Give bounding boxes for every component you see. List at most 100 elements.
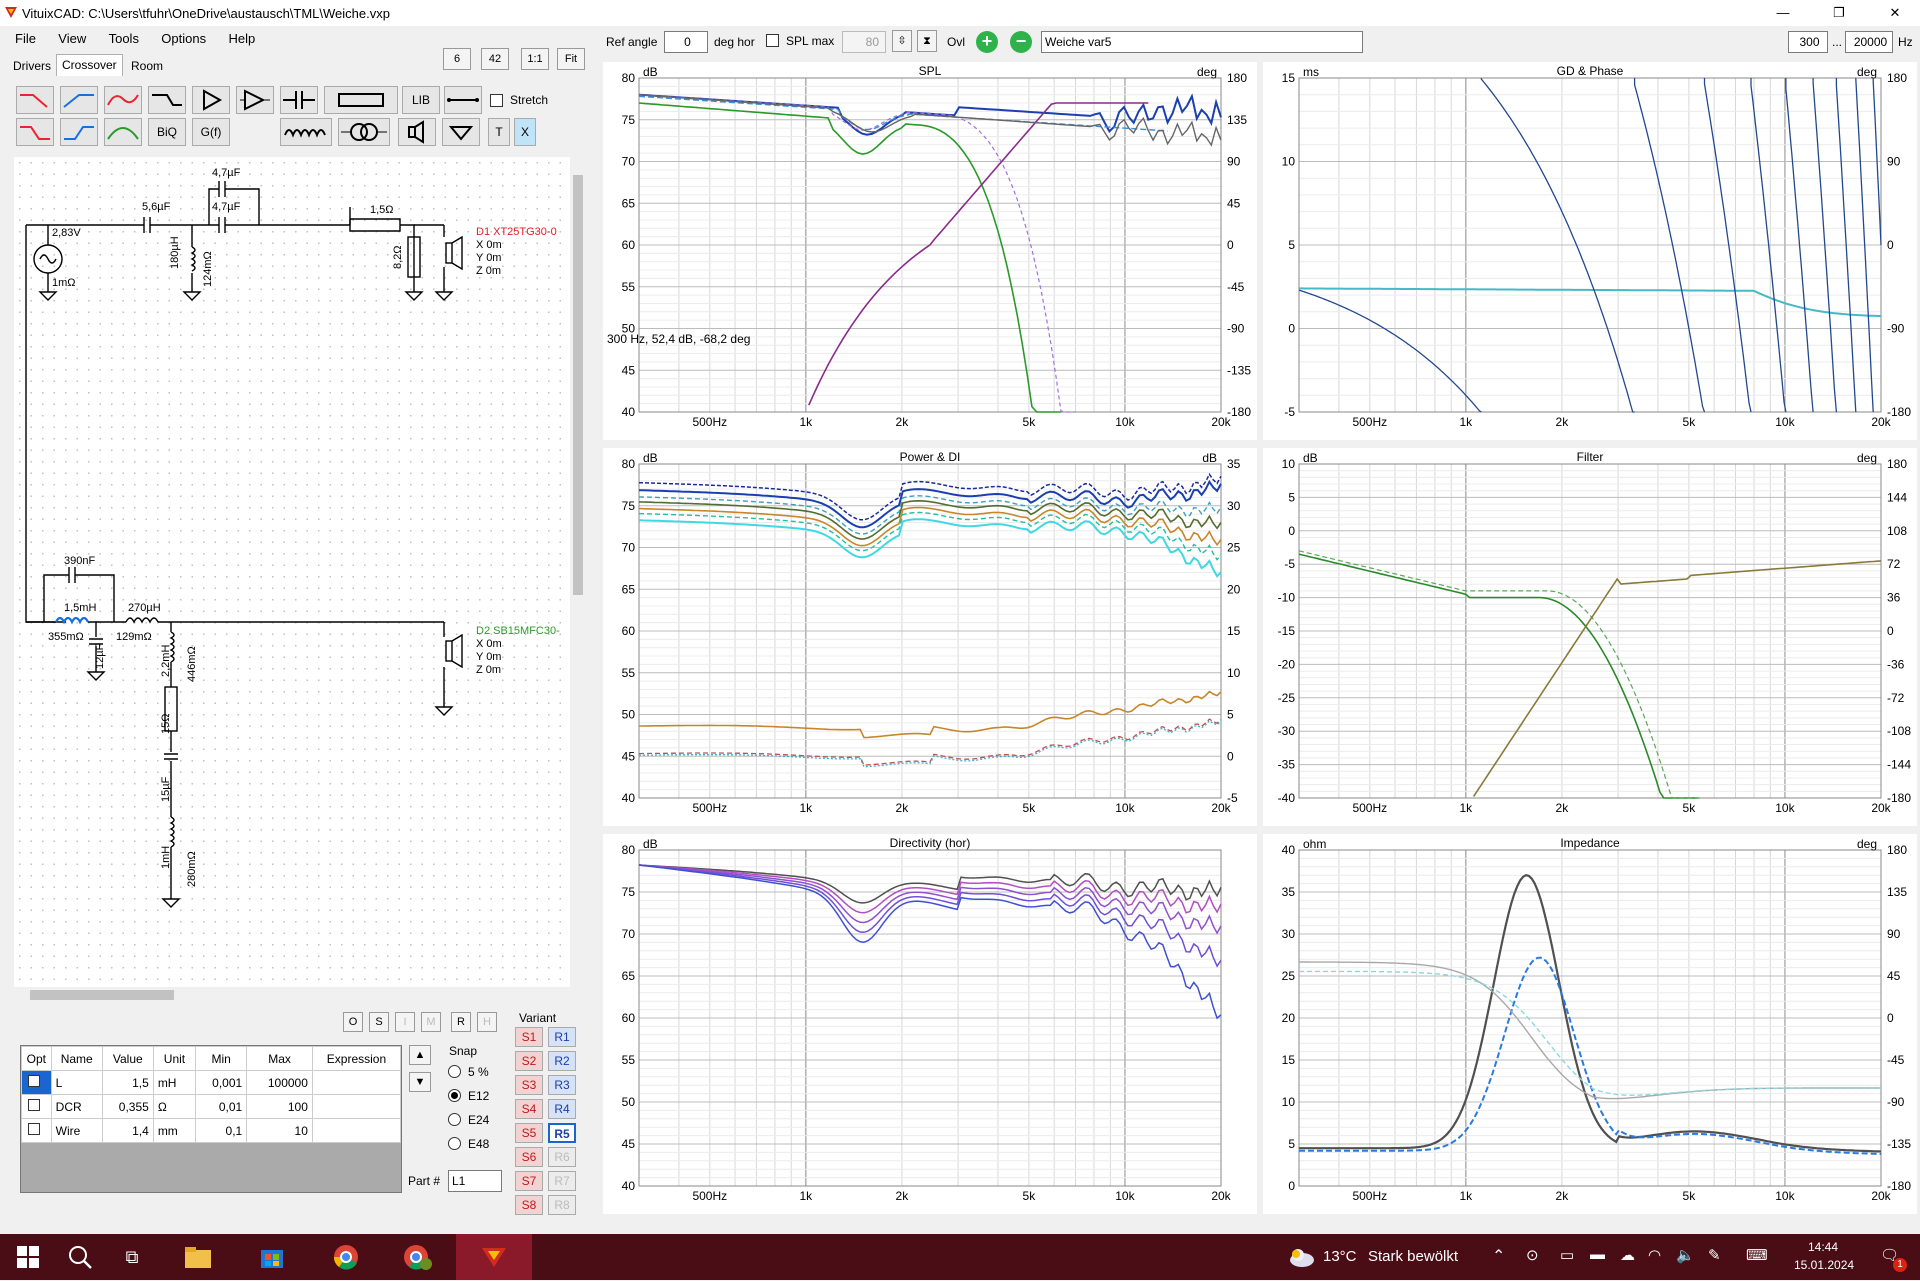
row-min[interactable]: 0,1 bbox=[195, 1118, 248, 1143]
highpass-2-button[interactable] bbox=[60, 118, 98, 146]
tab-crossover[interactable]: Crossover bbox=[56, 54, 123, 76]
snap-e48-radio[interactable] bbox=[448, 1137, 461, 1150]
meet-icon[interactable]: ⊙ bbox=[1526, 1246, 1539, 1264]
spl-max-input[interactable]: 80 bbox=[842, 31, 886, 53]
freq-to-input[interactable]: 20000 bbox=[1845, 31, 1893, 53]
mode-s-button[interactable]: S bbox=[369, 1012, 389, 1032]
menu-view[interactable]: View bbox=[58, 28, 86, 50]
clock-date[interactable]: 15.01.2024 bbox=[1794, 1258, 1854, 1272]
display-icon[interactable]: ▭ bbox=[1560, 1246, 1574, 1264]
opt-checkbox-dcr[interactable] bbox=[28, 1099, 41, 1111]
menu-options[interactable]: Options bbox=[161, 28, 206, 50]
table-row[interactable]: L 1,5 mH 0,001 100000 bbox=[21, 1070, 402, 1095]
bandpass-red-button[interactable] bbox=[104, 86, 142, 114]
ref-angle-input[interactable]: 0 bbox=[664, 31, 708, 53]
start-windows-icon[interactable] bbox=[8, 1239, 48, 1275]
row-max[interactable]: 10 bbox=[246, 1118, 313, 1143]
menu-tools[interactable]: Tools bbox=[109, 28, 139, 50]
library-button[interactable]: LIB bbox=[402, 86, 440, 114]
variant-save-4-button[interactable]: S4 bbox=[515, 1099, 543, 1119]
table-row[interactable]: Wire 1,4 mm 0,1 10 bbox=[21, 1118, 402, 1143]
filter-chart-panel[interactable]: Filter 10 5 0 -5 -10 -15 -20 -25 -30 -35 -40 180 144… bbox=[1263, 448, 1917, 826]
variant-save-5-button[interactable]: S5 bbox=[515, 1123, 543, 1143]
variant-recall-1-button[interactable]: R1 bbox=[548, 1027, 576, 1047]
opt-checkbox-l[interactable] bbox=[28, 1075, 41, 1087]
variant-save-6-button[interactable]: S6 bbox=[515, 1147, 543, 1167]
capacitor-icon[interactable] bbox=[280, 86, 318, 114]
variant-save-7-button[interactable]: S7 bbox=[515, 1171, 543, 1191]
volume-icon[interactable]: 🔈 bbox=[1676, 1246, 1695, 1264]
vscroll-thumb[interactable] bbox=[573, 175, 583, 595]
row-min[interactable]: 0,001 bbox=[195, 1070, 248, 1095]
onedrive-cloud-icon[interactable]: ☁ bbox=[1620, 1246, 1635, 1264]
chevron-up-icon[interactable]: ⌃ bbox=[1492, 1246, 1505, 1266]
mode-r-button[interactable]: R bbox=[451, 1012, 471, 1032]
biquad-button[interactable]: BiQ bbox=[148, 118, 186, 146]
row-max[interactable]: 100 bbox=[246, 1094, 313, 1119]
directivity-chart-panel[interactable]: Directivity (hor) 80 75 70 65 60 55 50 45 40 500H… bbox=[603, 834, 1257, 1214]
resistor-icon[interactable] bbox=[324, 86, 398, 114]
variant-recall-2-button[interactable]: R2 bbox=[548, 1051, 576, 1071]
schematic-vertical-scrollbar[interactable] bbox=[570, 157, 586, 987]
clock-time[interactable]: 14:44 bbox=[1808, 1240, 1838, 1254]
zoom-fit-button[interactable]: Fit bbox=[557, 48, 585, 70]
mode-h-button[interactable]: H bbox=[477, 1012, 497, 1032]
minimize-button[interactable]: — bbox=[1760, 0, 1806, 26]
hscroll-thumb[interactable] bbox=[30, 990, 174, 1000]
spl-up-down-button[interactable]: ⇳ bbox=[892, 30, 912, 52]
text-tool-button[interactable]: T bbox=[488, 118, 510, 146]
search-icon[interactable] bbox=[60, 1239, 100, 1275]
buffer-icon[interactable] bbox=[192, 86, 230, 114]
driver1-name[interactable]: D1 XT25TG30-0 bbox=[476, 226, 557, 238]
peaking-button[interactable] bbox=[104, 118, 142, 146]
weather-temp[interactable]: 13°C bbox=[1323, 1248, 1357, 1265]
inductor-icon[interactable] bbox=[280, 118, 332, 146]
stretch-checkbox[interactable] bbox=[490, 94, 503, 107]
freq-from-input[interactable]: 300 bbox=[1788, 31, 1828, 53]
weather-text[interactable]: Stark bewölkt bbox=[1368, 1248, 1458, 1265]
snap-5pct-radio[interactable] bbox=[448, 1065, 461, 1078]
variant-save-8-button[interactable]: S8 bbox=[515, 1195, 543, 1215]
row-min[interactable]: 0,01 bbox=[195, 1094, 248, 1119]
schematic-horizontal-scrollbar[interactable] bbox=[14, 987, 570, 1003]
delete-tool-button[interactable]: X bbox=[514, 118, 536, 146]
snap-e24-radio[interactable] bbox=[448, 1113, 461, 1126]
impedance-chart-panel[interactable]: Impedance 40 35 30 25 20 15 10 5 0 180 135 90 45 0 -45… bbox=[1263, 834, 1917, 1214]
zoom-42-button[interactable]: 42 bbox=[481, 48, 509, 70]
zoom-1to1-button[interactable]: 1:1 bbox=[521, 48, 549, 70]
battery-icon[interactable]: ▬ bbox=[1590, 1246, 1605, 1263]
speaker-icon[interactable] bbox=[398, 118, 436, 146]
task-view-icon[interactable]: ⧉ bbox=[112, 1239, 152, 1275]
move-up-button[interactable]: ▲ bbox=[409, 1045, 431, 1065]
menu-help[interactable]: Help bbox=[228, 28, 255, 50]
row-value[interactable]: 1,4 bbox=[101, 1118, 154, 1143]
wire-icon[interactable] bbox=[444, 86, 482, 114]
variant-recall-3-button[interactable]: R3 bbox=[548, 1075, 576, 1095]
mode-i-button[interactable]: I bbox=[395, 1012, 415, 1032]
gf-button[interactable]: G(f) bbox=[192, 118, 230, 146]
gd-phase-chart-panel[interactable]: GD & Phase 15 10 5 0 -5 180 90 0 -90 -180 500Hz 1k 2… bbox=[1263, 62, 1917, 440]
lowpass-2-button[interactable] bbox=[16, 118, 54, 146]
variant-recall-6-button[interactable]: R6 bbox=[548, 1147, 576, 1167]
mode-o-button[interactable]: O bbox=[343, 1012, 363, 1032]
variant-recall-5-button[interactable]: R5 bbox=[548, 1123, 576, 1143]
row-expression[interactable] bbox=[311, 1070, 402, 1095]
variant-recall-7-button[interactable]: R7 bbox=[548, 1171, 576, 1191]
chrome-icon[interactable] bbox=[326, 1239, 366, 1275]
lowpass-red-button[interactable] bbox=[16, 86, 54, 114]
add-overlay-icon[interactable]: + bbox=[976, 31, 998, 53]
keyboard-icon[interactable]: ⌨ bbox=[1746, 1246, 1768, 1264]
table-row[interactable]: DCR 0,355 Ω 0,01 100 bbox=[21, 1094, 402, 1119]
tab-drivers[interactable]: Drivers bbox=[8, 56, 56, 76]
highpass-blue-button[interactable] bbox=[60, 86, 98, 114]
spl-max-checkbox[interactable] bbox=[766, 34, 779, 47]
variant-save-3-button[interactable]: S3 bbox=[515, 1075, 543, 1095]
variant-save-2-button[interactable]: S2 bbox=[515, 1051, 543, 1071]
remove-overlay-icon[interactable]: − bbox=[1010, 31, 1032, 53]
transformer-icon[interactable] bbox=[338, 118, 390, 146]
ground-icon[interactable] bbox=[442, 118, 480, 146]
row-expression[interactable] bbox=[311, 1118, 402, 1143]
schematic-canvas[interactable]: 2,83V 1mΩ 5,6µF 4,7µF 4,7µF 180µH 124mΩ … bbox=[14, 157, 570, 987]
variant-name-input[interactable]: Weiche var5 bbox=[1041, 31, 1363, 53]
spl-collapse-button[interactable]: ⧗ bbox=[917, 30, 937, 52]
